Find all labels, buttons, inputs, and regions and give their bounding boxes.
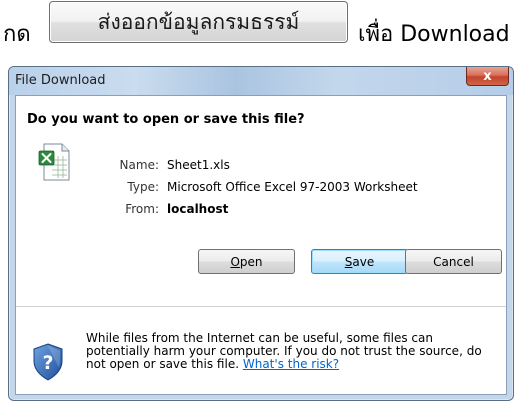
save-button[interactable]: Save [311,249,408,274]
save-label-rest: ave [352,254,375,269]
close-icon: x [483,68,492,84]
name-label: Name: [119,158,159,172]
name-value: Sheet1.xls [167,158,230,172]
security-warning: ? While files from the Internet can be u… [16,307,506,394]
shield-question-icon: ? [33,343,63,381]
dialog-content: Do you want to open or save this file? N… [15,95,507,395]
file-download-dialog: File Download x Do you want to open or s… [8,66,514,401]
export-policy-data-button[interactable]: ส่งออกข้อมูลกรมธรรม์ [49,1,348,43]
open-button[interactable]: Open [198,249,295,274]
cancel-button[interactable]: Cancel [405,249,502,274]
instruction-prefix: กด [3,22,31,47]
type-value: Microsoft Office Excel 97-2003 Worksheet [167,180,418,194]
instruction-suffix: เพื่อ Download [358,22,510,47]
type-label: Type: [127,180,159,194]
dialog-titlebar[interactable]: File Download x [9,67,513,95]
open-mnemonic: O [230,254,240,269]
dialog-question: Do you want to open or save this file? [27,112,305,127]
warning-message: While files from the Internet can be use… [86,332,498,371]
dialog-title: File Download [15,73,106,88]
svg-text:?: ? [42,352,53,374]
open-label-rest: pen [239,254,263,269]
close-button[interactable]: x [466,67,509,86]
from-value: localhost [167,202,229,216]
screenshot-stage: กด ส่งออกข้อมูลกรมธรรม์ เพื่อ Download F… [0,0,520,405]
save-mnemonic: S [344,254,353,269]
whats-the-risk-link[interactable]: What's the risk? [243,357,339,371]
from-label: From: [125,202,159,216]
